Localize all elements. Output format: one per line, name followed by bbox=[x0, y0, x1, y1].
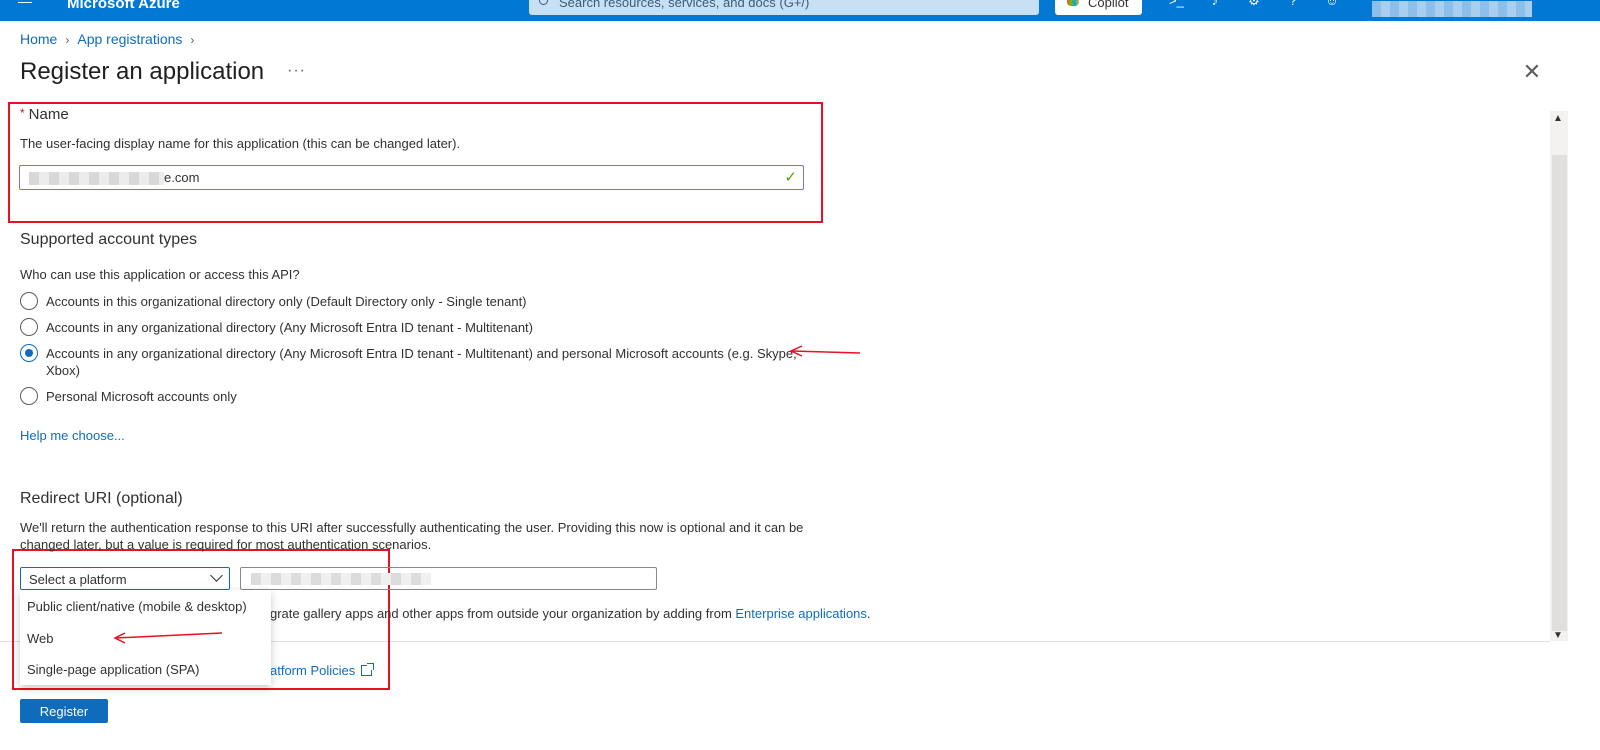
radio-button[interactable] bbox=[20, 318, 38, 336]
menu-icon[interactable] bbox=[18, 0, 32, 7]
account-menu[interactable] bbox=[1372, 1, 1532, 17]
external-link-icon bbox=[361, 663, 375, 676]
platform-option-web[interactable]: Web bbox=[27, 631, 54, 646]
help-me-choose-link[interactable]: Help me choose... bbox=[20, 428, 125, 443]
redirect-uri-title: Redirect URI (optional) bbox=[20, 490, 183, 507]
enterprise-applications-link[interactable]: Enterprise applications bbox=[735, 606, 867, 621]
annotation-box-name bbox=[8, 102, 823, 223]
breadcrumb: Home › App registrations › bbox=[20, 31, 202, 47]
redacted-text bbox=[251, 573, 431, 585]
platform-select[interactable]: Select a platform bbox=[20, 567, 230, 590]
radio-button[interactable] bbox=[20, 292, 38, 310]
radio-option-multitenant[interactable]: Accounts in any organizational directory… bbox=[20, 318, 800, 336]
scroll-down-icon[interactable]: ▼ bbox=[1553, 630, 1563, 641]
vertical-scrollbar[interactable]: ▲ ▼ bbox=[1550, 111, 1568, 641]
page-title: Register an application bbox=[20, 58, 265, 85]
breadcrumb-app-registrations[interactable]: App registrations bbox=[77, 31, 182, 47]
annotation-arrow-radio bbox=[789, 345, 861, 357]
copilot-button[interactable]: Copilot bbox=[1055, 0, 1142, 15]
more-options-button[interactable]: ··· bbox=[287, 62, 306, 80]
settings-icon[interactable]: ⚙ bbox=[1247, 0, 1261, 7]
account-types-question: Who can use this application or access t… bbox=[20, 267, 300, 282]
account-types-title: Supported account types bbox=[20, 231, 198, 248]
redirect-uri-description: We'll return the authentication response… bbox=[20, 520, 804, 552]
chevron-right-icon: › bbox=[190, 33, 195, 47]
redirect-uri-input[interactable] bbox=[240, 567, 657, 590]
radio-label: Accounts in any organizational directory… bbox=[46, 346, 797, 378]
chevron-down-icon bbox=[210, 569, 223, 582]
brand-title[interactable]: Microsoft Azure bbox=[67, 0, 180, 12]
radio-option-multitenant-personal[interactable]: Accounts in any organizational directory… bbox=[20, 344, 800, 379]
scroll-up-icon[interactable]: ▲ bbox=[1553, 113, 1563, 124]
radio-option-personal-only[interactable]: Personal Microsoft accounts only bbox=[20, 387, 800, 405]
global-search-input[interactable]: Search resources, services, and docs (G+… bbox=[529, 0, 1039, 15]
radio-label: Personal Microsoft accounts only bbox=[46, 389, 237, 404]
top-navigation-bar: Microsoft Azure Search resources, servic… bbox=[0, 0, 1600, 21]
search-placeholder: Search resources, services, and docs (G+… bbox=[559, 0, 810, 10]
register-button[interactable]: Register bbox=[20, 699, 108, 723]
radio-button[interactable] bbox=[20, 387, 38, 405]
feedback-icon[interactable]: ☺ bbox=[1325, 0, 1339, 7]
gallery-apps-text: grate gallery apps and other apps from o… bbox=[270, 606, 871, 621]
annotation-arrow-web bbox=[113, 632, 223, 644]
notifications-icon[interactable]: ♪ bbox=[1208, 0, 1222, 7]
radio-option-single-tenant[interactable]: Accounts in this organizational director… bbox=[20, 292, 800, 310]
radio-label: Accounts in any organizational directory… bbox=[46, 320, 533, 335]
cloud-shell-icon[interactable]: >_ bbox=[1169, 0, 1184, 7]
platform-select-value: Select a platform bbox=[29, 572, 127, 587]
platform-policies-link[interactable]: atform Policies bbox=[270, 663, 375, 678]
radio-button-selected[interactable] bbox=[20, 344, 38, 362]
help-icon[interactable]: ? bbox=[1286, 0, 1300, 7]
search-icon bbox=[539, 0, 548, 5]
chevron-right-icon: › bbox=[65, 33, 70, 47]
platform-option-spa[interactable]: Single-page application (SPA) bbox=[27, 662, 199, 677]
breadcrumb-home[interactable]: Home bbox=[20, 31, 57, 47]
radio-label: Accounts in this organizational director… bbox=[46, 294, 527, 309]
platform-option-public-client[interactable]: Public client/native (mobile & desktop) bbox=[27, 599, 247, 614]
copilot-label: Copilot bbox=[1088, 0, 1129, 10]
close-icon[interactable]: ✕ bbox=[1522, 61, 1542, 83]
copilot-icon bbox=[1067, 0, 1079, 6]
scrollbar-thumb[interactable] bbox=[1552, 155, 1567, 631]
